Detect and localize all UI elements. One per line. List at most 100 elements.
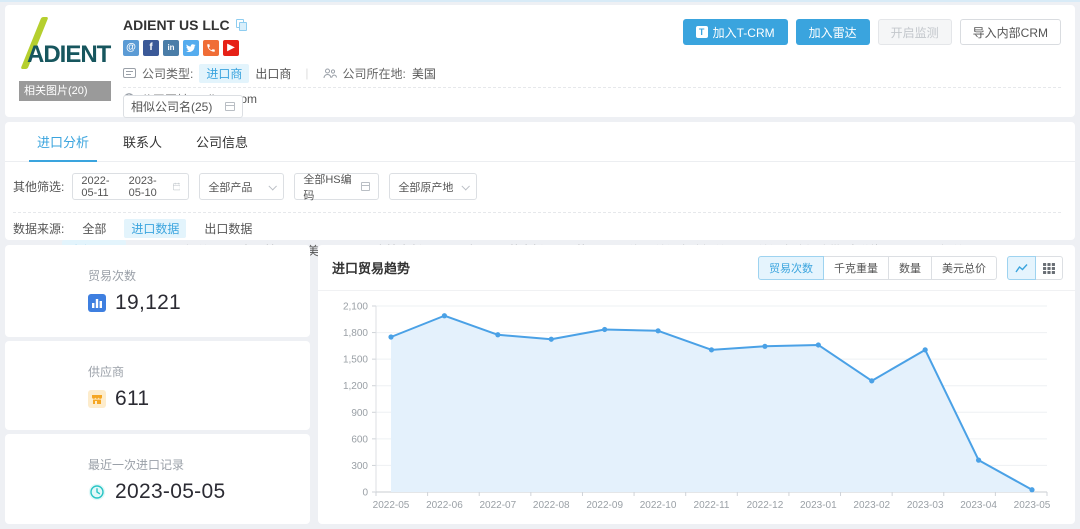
website-icon[interactable]: @ xyxy=(123,40,139,56)
metric-quantity-button[interactable]: 数量 xyxy=(888,256,932,280)
svg-text:2022-08: 2022-08 xyxy=(533,500,570,511)
metric-trade-count-button[interactable]: 贸易次数 xyxy=(758,256,824,280)
date-range-picker[interactable]: 2022-05-11 2023-05-10 xyxy=(72,173,189,200)
data-source-label: 数据来源: xyxy=(13,220,64,237)
last-import-label: 最近一次进口记录 xyxy=(88,456,310,473)
chart-title: 进口贸易趋势 xyxy=(332,258,410,277)
tab-bar: 进口分析 联系人 公司信息 xyxy=(5,122,1075,162)
tab-company-info[interactable]: 公司信息 xyxy=(194,122,250,161)
company-name: ADIENT US LLC xyxy=(123,17,230,33)
clock-icon xyxy=(88,483,106,501)
filter-divider xyxy=(13,212,1061,213)
svg-text:600: 600 xyxy=(351,434,368,445)
line-chart-view-button[interactable] xyxy=(1007,256,1036,280)
hs-code-select[interactable]: 全部HS编码 xyxy=(294,173,379,200)
svg-text:300: 300 xyxy=(351,461,368,472)
importer-tag[interactable]: 进口商 xyxy=(199,64,249,83)
svg-text:2,100: 2,100 xyxy=(343,302,368,313)
add-tcrm-button[interactable]: T 加入T-CRM xyxy=(683,19,788,45)
trade-count-value: 19,121 xyxy=(115,291,181,315)
separator: | xyxy=(305,66,308,80)
svg-text:2022-12: 2022-12 xyxy=(747,500,784,511)
calendar-icon xyxy=(173,181,180,192)
chart-controls: 贸易次数 千克重量 数量 美元总价 xyxy=(758,256,1063,280)
svg-text:1,500: 1,500 xyxy=(343,355,368,366)
trend-chart-card: 进口贸易趋势 贸易次数 千克重量 数量 美元总价 03006009001,200… xyxy=(318,245,1075,524)
window-icon xyxy=(225,102,235,111)
svg-text:2023-01: 2023-01 xyxy=(800,500,837,511)
data-source-row: 数据来源: 全部 进口数据 出口数据 xyxy=(13,219,252,238)
location-value: 美国 xyxy=(412,65,436,82)
metric-weight-button[interactable]: 千克重量 xyxy=(823,256,889,280)
filter-row: 其他筛选: 2022-05-11 2023-05-10 全部产品 全部HS编码 … xyxy=(13,173,487,200)
source-import-data[interactable]: 进口数据 xyxy=(124,219,186,238)
adient-logo-image: ADIENT xyxy=(19,15,111,79)
hs-code-value: 全部HS编码 xyxy=(303,171,360,203)
youtube-icon[interactable]: ▶ xyxy=(223,40,239,56)
svg-text:2022-05: 2022-05 xyxy=(373,500,410,511)
table-icon xyxy=(1043,263,1055,274)
svg-text:2022-06: 2022-06 xyxy=(426,500,463,511)
metric-button-group: 贸易次数 千克重量 数量 美元总价 xyxy=(758,256,997,280)
product-select-value: 全部产品 xyxy=(208,179,252,195)
chevron-down-icon xyxy=(269,182,277,190)
add-tcrm-label: 加入T-CRM xyxy=(713,24,775,41)
date-start: 2022-05-11 xyxy=(81,175,119,199)
svg-text:2022-07: 2022-07 xyxy=(479,500,516,511)
metric-usd-total-button[interactable]: 美元总价 xyxy=(931,256,997,280)
company-type-label: 公司类型: xyxy=(142,65,193,82)
date-end: 2023-05-10 xyxy=(129,175,167,199)
similar-company-select[interactable]: 相似公司名(25) xyxy=(123,95,243,118)
add-radar-button[interactable]: 加入雷达 xyxy=(796,19,870,45)
copy-icon[interactable] xyxy=(236,19,248,31)
trade-count-label: 贸易次数 xyxy=(88,267,310,284)
exporter-tag[interactable]: 出口商 xyxy=(255,65,291,82)
svg-text:2023-03: 2023-03 xyxy=(907,500,944,511)
tab-import-analysis[interactable]: 进口分析 xyxy=(35,122,91,161)
origin-select[interactable]: 全部原产地 xyxy=(389,173,477,200)
logo-wordmark: ADIENT xyxy=(27,41,110,69)
trade-count-card: 贸易次数 19,121 xyxy=(5,245,310,337)
supplier-value: 611 xyxy=(115,387,149,411)
start-monitor-button[interactable]: 开启监测 xyxy=(878,19,952,45)
company-logo[interactable]: ADIENT 相关图片(20) xyxy=(19,15,111,101)
view-toggle-group xyxy=(1007,256,1063,280)
table-view-button[interactable] xyxy=(1035,256,1063,280)
header-divider xyxy=(123,87,1061,88)
svg-text:2023-04: 2023-04 xyxy=(960,500,997,511)
bar-chart-icon xyxy=(88,294,106,312)
analysis-panel-card: 进口分析 联系人 公司信息 其他筛选: 2022-05-11 2023-05-1… xyxy=(5,122,1075,240)
product-select[interactable]: 全部产品 xyxy=(199,173,284,200)
chevron-down-icon xyxy=(462,182,470,190)
filter-label: 其他筛选: xyxy=(13,178,64,195)
company-header-card: ADIENT 相关图片(20) ADIENT US LLC @ f in ▶ 公… xyxy=(5,5,1075,117)
phone-icon[interactable] xyxy=(203,40,219,56)
svg-text:2022-10: 2022-10 xyxy=(640,500,677,511)
similar-company-label: 相似公司名(25) xyxy=(131,98,212,115)
start-monitor-label: 开启监测 xyxy=(891,24,939,41)
svg-text:2022-09: 2022-09 xyxy=(586,500,623,511)
location-label: 公司所在地: xyxy=(343,65,406,82)
svg-text:2023-02: 2023-02 xyxy=(853,500,890,511)
tab-contacts[interactable]: 联系人 xyxy=(121,122,164,161)
hs-code-icon xyxy=(361,182,371,191)
supplier-count-card: 供应商 611 xyxy=(5,341,310,430)
facebook-icon[interactable]: f xyxy=(143,40,159,56)
source-export-data[interactable]: 出口数据 xyxy=(204,220,252,237)
import-crm-button[interactable]: 导入内部CRM xyxy=(960,19,1061,45)
twitter-icon[interactable] xyxy=(183,40,199,56)
line-chart-icon xyxy=(1015,263,1028,274)
company-type-icon xyxy=(123,68,136,79)
tcrm-icon: T xyxy=(696,26,708,38)
linkedin-icon[interactable]: in xyxy=(163,40,179,56)
svg-text:2022-11: 2022-11 xyxy=(694,500,730,511)
svg-text:0: 0 xyxy=(362,488,368,499)
add-radar-label: 加入雷达 xyxy=(809,24,857,41)
supplier-label: 供应商 xyxy=(88,363,310,380)
related-images-badge[interactable]: 相关图片(20) xyxy=(19,81,111,101)
supplier-icon xyxy=(88,390,106,408)
origin-select-value: 全部原产地 xyxy=(398,179,453,195)
svg-text:1,800: 1,800 xyxy=(343,328,368,339)
source-all[interactable]: 全部 xyxy=(82,220,106,237)
svg-text:900: 900 xyxy=(351,408,368,419)
